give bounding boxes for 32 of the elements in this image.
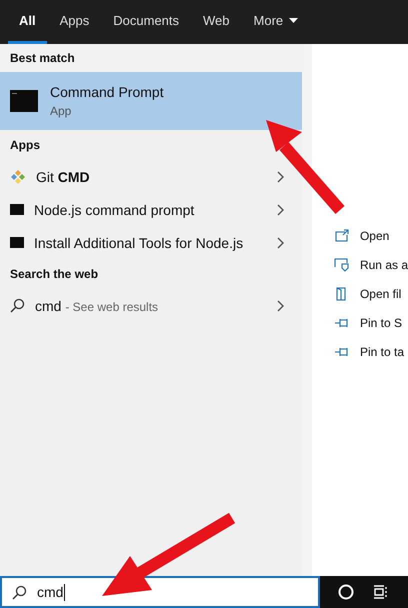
shield-icon xyxy=(334,258,350,272)
action-item[interactable]: Open fil xyxy=(334,279,408,308)
chevron-icon xyxy=(276,300,284,312)
app-result[interactable]: Node.js command prompt xyxy=(0,193,302,226)
terminal-icon xyxy=(10,237,24,248)
search-field[interactable]: cmd xyxy=(0,576,320,608)
best-match-item[interactable]: Command Prompt App xyxy=(0,72,302,130)
search-icon xyxy=(10,298,25,313)
section-heading: Search the web xyxy=(9,266,100,283)
action-item[interactable]: Pin to ta xyxy=(334,337,408,366)
tab[interactable]: More xyxy=(242,0,310,44)
task-view-icon[interactable] xyxy=(372,584,388,600)
terminal-icon xyxy=(10,204,24,215)
diamond-icon xyxy=(10,168,26,184)
action-item[interactable]: Run as a xyxy=(334,250,408,279)
terminal-icon xyxy=(10,90,38,112)
open-icon xyxy=(334,228,350,242)
app-result[interactable]: Install Additional Tools for Node.js xyxy=(0,226,302,259)
action-item[interactable]: Pin to S xyxy=(334,308,408,337)
result-subtitle: App xyxy=(50,104,72,118)
tab[interactable]: Documents xyxy=(102,0,190,44)
web-result[interactable]: cmd - See web results xyxy=(0,289,302,322)
tab[interactable]: Web xyxy=(192,0,241,44)
section-heading: Apps xyxy=(9,137,41,154)
chevron-icon xyxy=(276,170,284,182)
chevron-icon xyxy=(276,236,284,248)
app-result[interactable]: Git CMD xyxy=(0,160,302,193)
search-icon xyxy=(12,584,27,600)
tab[interactable]: Apps xyxy=(48,0,100,44)
chevron-icon xyxy=(276,204,284,216)
action-item[interactable]: Open xyxy=(334,221,408,250)
result-title: Command Prompt xyxy=(50,84,164,100)
